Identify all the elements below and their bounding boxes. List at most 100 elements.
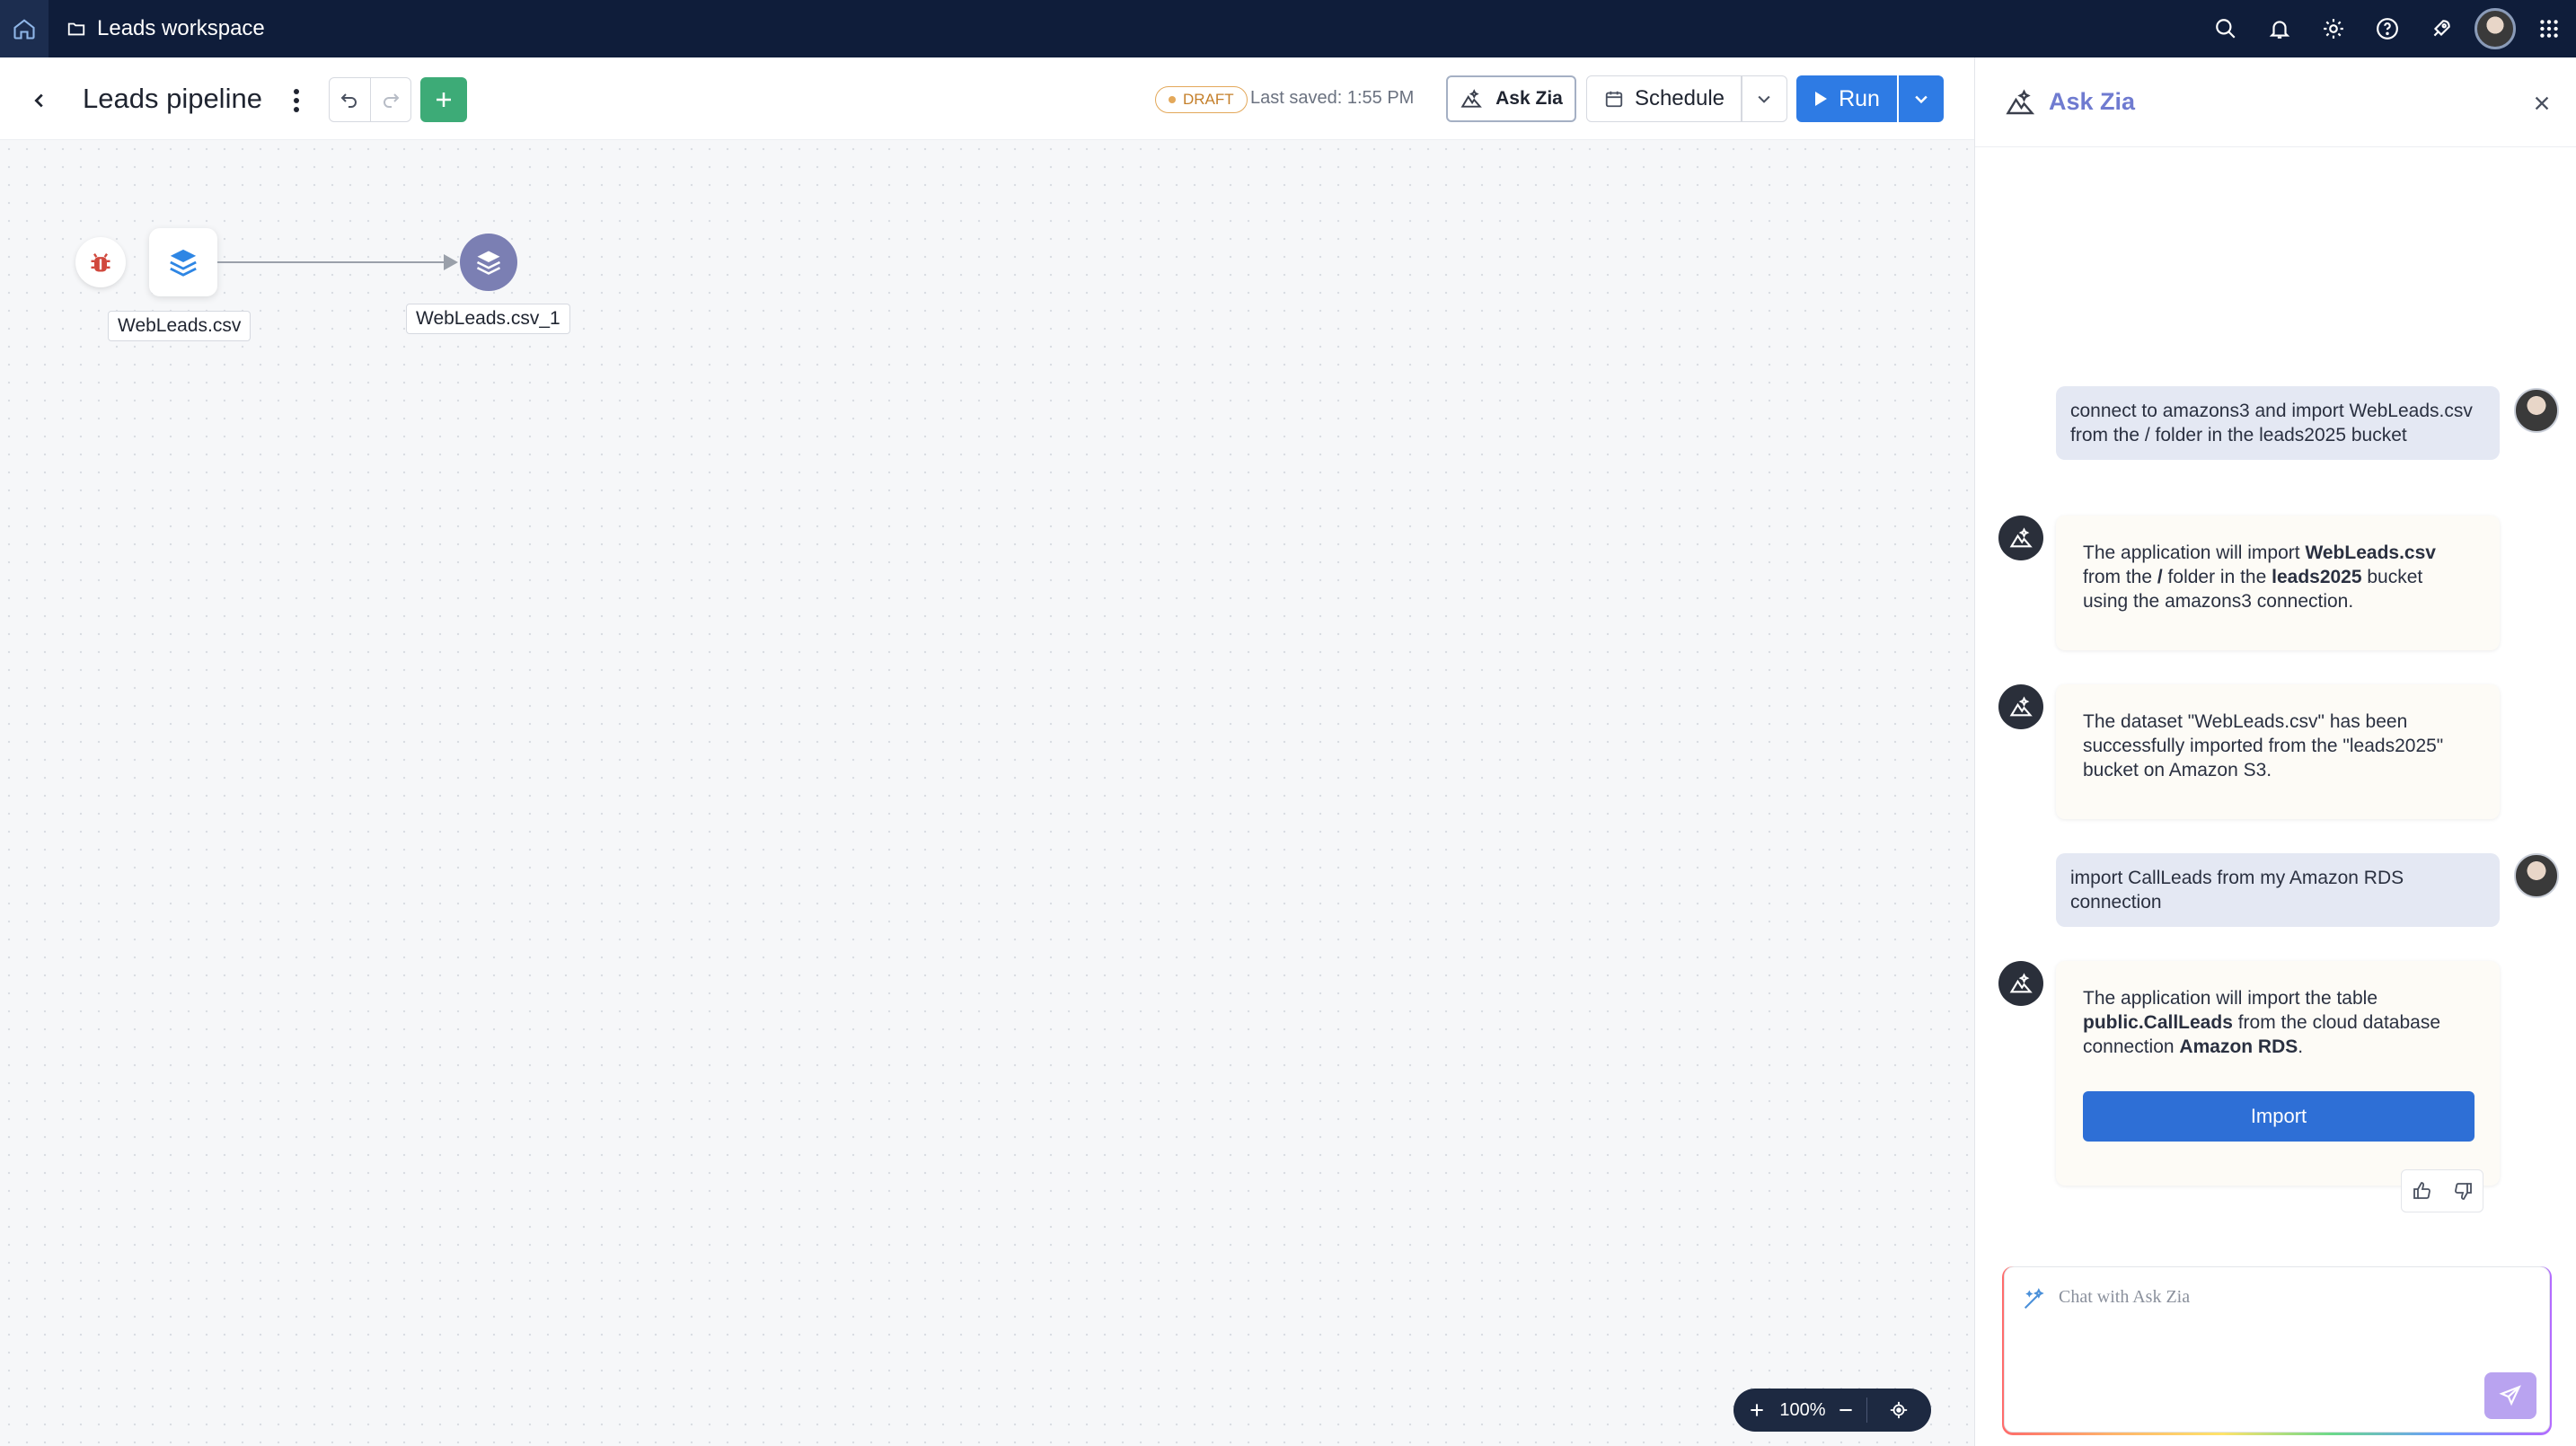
chat-box: Chat with Ask Zia — [2002, 1266, 2552, 1435]
feedback-controls — [2401, 1169, 2483, 1212]
workspace-title: Leads workspace — [97, 16, 265, 40]
chat-input-area[interactable]: Chat with Ask Zia — [2004, 1266, 2550, 1433]
zoom-in-button[interactable] — [1734, 1389, 1780, 1432]
schedule-dropdown-button[interactable] — [1741, 75, 1787, 122]
pipeline-canvas[interactable]: WebLeads.csv WebLeads.csv_1 100% — [0, 140, 1974, 1446]
undo-icon — [340, 93, 357, 108]
plus-icon — [1751, 1404, 1763, 1416]
import-button[interactable]: Import — [2083, 1091, 2475, 1142]
avatar — [2475, 8, 2516, 49]
pipeline-title: Leads pipeline — [83, 83, 262, 114]
status-dot — [1169, 96, 1176, 103]
zoom-out-button[interactable] — [1825, 1389, 1866, 1432]
workspace-breadcrumb[interactable]: Leads workspace — [66, 16, 265, 41]
bug-icon — [91, 253, 110, 272]
profile-button[interactable] — [2468, 0, 2522, 57]
zia-avatar — [1998, 516, 2043, 560]
message-bold-text: Amazon RDS — [2179, 1036, 2298, 1057]
thumbs-down-icon[interactable] — [2452, 1180, 2474, 1202]
panel-title: Ask Zia — [2049, 88, 2136, 115]
fit-view-button[interactable] — [1867, 1389, 1930, 1432]
zia-avatar — [1998, 961, 2043, 1006]
add-stage-button[interactable] — [420, 77, 467, 122]
plus-icon — [437, 93, 451, 107]
chevron-down-icon — [1915, 95, 1928, 104]
close-panel-button[interactable] — [2528, 90, 2555, 117]
avatar — [2514, 853, 2559, 898]
undo-redo-group — [329, 77, 411, 122]
chevron-down-icon — [1758, 95, 1770, 103]
run-dropdown-button[interactable] — [1899, 75, 1944, 122]
source-dataset-node[interactable] — [149, 228, 217, 296]
redo-button[interactable] — [371, 78, 411, 121]
user-message: import CallLeads from my Amazon RDS conn… — [2056, 853, 2500, 927]
ask-zia-button[interactable]: Ask Zia — [1446, 75, 1576, 122]
redo-icon — [383, 93, 400, 108]
message-bold-text: leads2025 — [2272, 567, 2362, 587]
layers-icon — [170, 249, 197, 277]
run-label: Run — [1839, 85, 1880, 111]
home-button[interactable] — [0, 0, 49, 57]
last-saved-text: Last saved: 1:55 PM — [1250, 88, 1415, 108]
folder-icon — [67, 22, 85, 36]
settings-button[interactable] — [2307, 0, 2360, 57]
rocket-icon — [2433, 20, 2450, 37]
minus-icon — [1839, 1408, 1852, 1412]
message-text: The application will import the table — [2083, 988, 2378, 1009]
send-button[interactable] — [2484, 1372, 2536, 1419]
zia-message: The application will import WebLeads.csv… — [2056, 516, 2500, 650]
zoom-level: 100% — [1779, 1399, 1826, 1420]
magic-wand-icon — [2024, 1288, 2044, 1309]
search-button[interactable] — [2199, 0, 2253, 57]
pipeline-toolbar: Leads pipeline DRAFT Last saved: 1:55 PM… — [0, 57, 1974, 140]
help-icon — [2377, 18, 2398, 40]
pipeline-edge — [217, 261, 451, 263]
play-icon — [1815, 92, 1828, 106]
status-badge: DRAFT — [1155, 86, 1248, 113]
status-badge-label: DRAFT — [1183, 91, 1234, 108]
help-button[interactable] — [2360, 0, 2414, 57]
chevron-left-icon — [34, 93, 43, 108]
recenter-icon — [1890, 1401, 1908, 1419]
undo-button[interactable] — [330, 78, 371, 121]
avatar — [2514, 388, 2559, 433]
target-dataset-node[interactable] — [460, 234, 517, 291]
apps-grid-icon — [2540, 20, 2558, 38]
ask-zia-label: Ask Zia — [1495, 88, 1563, 109]
calendar-icon — [1605, 91, 1623, 108]
error-node[interactable] — [75, 237, 126, 287]
home-icon — [13, 19, 35, 40]
source-node-label: WebLeads.csv — [108, 311, 251, 341]
message-body: The application will import the table pu… — [2083, 986, 2473, 1059]
message-text: . — [2298, 1036, 2304, 1057]
zoom-controls: 100% — [1734, 1389, 1931, 1432]
zia-icon — [2009, 696, 2033, 717]
send-icon — [2499, 1385, 2521, 1406]
search-icon — [2216, 19, 2236, 39]
gear-icon — [2324, 19, 2343, 39]
whats-new-button[interactable] — [2414, 0, 2468, 57]
target-node-label: WebLeads.csv_1 — [406, 304, 570, 334]
more-options-button[interactable] — [286, 83, 307, 119]
schedule-label: Schedule — [1634, 86, 1725, 110]
zia-message: The dataset "WebLeads.csv" has been succ… — [2056, 684, 2500, 819]
message-text: folder in the — [2162, 567, 2272, 587]
layers-icon — [476, 251, 501, 275]
bell-icon — [2269, 21, 2290, 39]
message-bold-text: WebLeads.csv — [2305, 542, 2436, 563]
zia-message: The application will import the table pu… — [2056, 961, 2500, 1186]
zia-icon — [2006, 89, 2035, 115]
back-button[interactable] — [22, 83, 57, 119]
top-bar: Leads workspace — [0, 0, 2576, 57]
chat-input[interactable]: Chat with Ask Zia — [2059, 1287, 2190, 1308]
apps-button[interactable] — [2522, 0, 2576, 57]
message-bold-text: public.CallLeads — [2083, 1012, 2233, 1033]
notifications-button[interactable] — [2253, 0, 2307, 57]
schedule-button[interactable]: Schedule — [1586, 75, 1742, 122]
message-text: The application will import — [2083, 542, 2306, 563]
zia-icon — [1460, 89, 1483, 108]
thumbs-up-icon[interactable] — [2412, 1180, 2433, 1202]
panel-header: Ask Zia — [1975, 57, 2576, 147]
zia-icon — [2009, 973, 2033, 993]
run-button[interactable]: Run — [1796, 75, 1897, 122]
